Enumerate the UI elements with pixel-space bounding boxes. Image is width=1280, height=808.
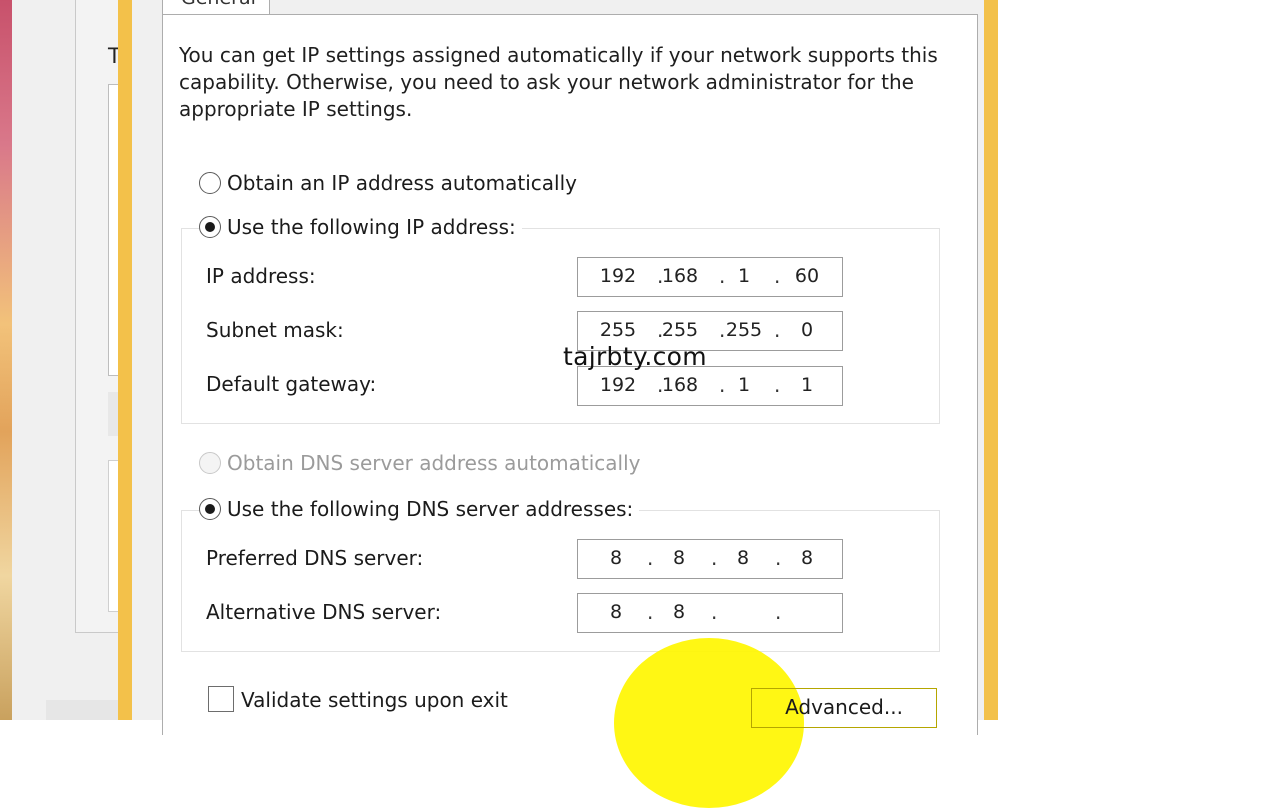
subnet-octet-4: 0 [800, 319, 814, 341]
preferred-dns-octet-1: 8 [609, 547, 623, 569]
alternative-dns-octet-1: 8 [609, 601, 623, 623]
watermark-text: tajrbty.com [563, 342, 707, 371]
intro-text: You can get IP settings assigned automat… [179, 43, 938, 121]
obtain-dns-auto-option[interactable]: Obtain DNS server address automatically [199, 451, 641, 475]
gateway-octet-1: 192 [599, 374, 637, 396]
octet-separator: . [774, 318, 781, 342]
ip-octet-1: 192 [599, 265, 637, 287]
octet-separator: . [711, 546, 718, 570]
obtain-ip-auto-radio[interactable] [199, 172, 221, 194]
ip-octet-3: 1 [737, 265, 751, 287]
advanced-button-label: Advanced... [785, 695, 903, 719]
obtain-dns-auto-radio[interactable] [199, 452, 221, 474]
subnet-octet-1: 255 [599, 319, 637, 341]
alternative-dns-label: Alternative DNS server: [206, 600, 442, 624]
tab-general[interactable]: General [162, 0, 270, 15]
subnet-octet-3: 255 [725, 319, 763, 341]
use-following-dns-label: Use the following DNS server addresses: [227, 497, 634, 521]
obtain-dns-auto-label: Obtain DNS server address automatically [227, 451, 641, 475]
preferred-dns-label: Preferred DNS server: [206, 546, 424, 570]
validate-settings-checkbox[interactable] [208, 686, 234, 712]
obtain-ip-auto-label: Obtain an IP address automatically [227, 171, 578, 195]
ip-octet-2: 168 [661, 265, 699, 287]
octet-separator: . [775, 600, 782, 624]
use-following-ip-radio[interactable] [199, 216, 221, 238]
gateway-octet-2: 168 [661, 374, 699, 396]
ip-address-label: IP address: [206, 264, 316, 288]
octet-separator: . [775, 546, 782, 570]
desktop-background [0, 0, 12, 720]
gateway-octet-3: 1 [737, 374, 751, 396]
use-following-ip-label: Use the following IP address: [227, 215, 516, 239]
ip-address-input[interactable]: 192 . 168 . 1 . 60 [577, 257, 843, 297]
octet-separator: . [774, 373, 781, 397]
gateway-octet-4: 1 [800, 374, 814, 396]
alternative-dns-octet-2: 8 [672, 601, 686, 623]
alternative-dns-input[interactable]: 8 . 8 . . [577, 593, 843, 633]
background-window: T [12, 0, 136, 720]
use-following-dns-radio[interactable] [199, 498, 221, 520]
obtain-ip-auto-option[interactable]: Obtain an IP address automatically [199, 171, 577, 195]
preferred-dns-octet-2: 8 [672, 547, 686, 569]
default-gateway-label: Default gateway: [206, 372, 377, 396]
subnet-octet-2: 255 [661, 319, 699, 341]
validate-settings-label: Validate settings upon exit [241, 688, 508, 712]
octet-separator: . [711, 600, 718, 624]
subnet-mask-label: Subnet mask: [206, 318, 344, 342]
advanced-button[interactable]: Advanced... [751, 688, 937, 728]
preferred-dns-octet-3: 8 [736, 547, 750, 569]
octet-separator: . [774, 264, 781, 288]
preferred-dns-input[interactable]: 8 . 8 . 8 . 8 [577, 539, 843, 579]
tab-general-label: General [181, 0, 256, 9]
preferred-dns-octet-4: 8 [800, 547, 814, 569]
octet-separator: . [647, 546, 654, 570]
default-gateway-input[interactable]: 192 . 168 . 1 . 1 [577, 366, 843, 406]
octet-separator: . [647, 600, 654, 624]
use-following-ip-option[interactable]: Use the following IP address: [199, 215, 522, 239]
use-following-dns-option[interactable]: Use the following DNS server addresses: [199, 497, 640, 521]
ip-octet-4: 60 [794, 265, 820, 287]
